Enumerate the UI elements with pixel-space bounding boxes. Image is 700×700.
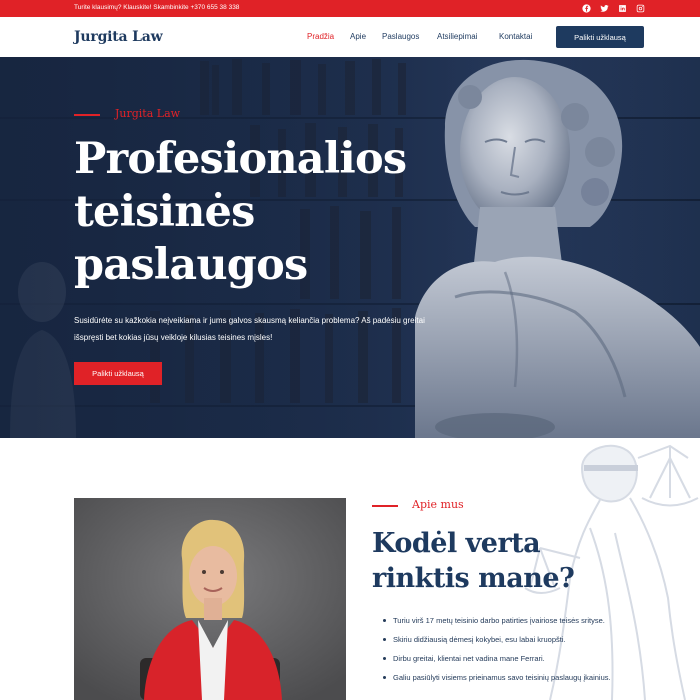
top-bar: Turite klausimų? Klauskite! Skambinkite … bbox=[0, 0, 700, 17]
hero-eyebrow-line bbox=[74, 114, 100, 116]
nav-item-atsiliepimai[interactable]: Atsiliepimai bbox=[437, 32, 477, 41]
header-cta-button[interactable]: Palikti užklausą bbox=[556, 26, 644, 48]
site-header: Jurgita Law Pradžia Apie Paslaugos Atsil… bbox=[0, 17, 700, 57]
twitter-icon[interactable] bbox=[598, 2, 610, 14]
facebook-icon[interactable] bbox=[580, 2, 592, 14]
hero-title-line: Profesionalios bbox=[74, 134, 407, 184]
marble-bust-image bbox=[415, 59, 700, 438]
nav-item-paslaugos[interactable]: Paslaugos bbox=[382, 32, 419, 41]
hero-eyebrow: Jurgita Law bbox=[115, 107, 181, 120]
hero-section: Jurgita Law Profesionalios teisinės pasl… bbox=[0, 57, 700, 438]
nav-item-kontaktai[interactable]: Kontaktai bbox=[499, 32, 532, 41]
contact-text: Turite klausimų? Klauskite! Skambinkite … bbox=[74, 4, 240, 11]
nav-item-apie[interactable]: Apie bbox=[350, 32, 366, 41]
logo[interactable]: Jurgita Law bbox=[74, 29, 163, 45]
about-title-line: Kodėl verta bbox=[372, 528, 541, 559]
instagram-icon[interactable] bbox=[634, 2, 646, 14]
about-section: Apie mus Kodėl verta rinktis mane? Turiu… bbox=[0, 438, 700, 700]
hero-title-line: teisinės bbox=[74, 187, 255, 237]
about-point: Skiriu didžiausią dėmesį kokybei, esu la… bbox=[383, 633, 653, 646]
linkedin-icon[interactable] bbox=[616, 2, 628, 14]
hero-description: Susidūrėte su kažkokia neįveikiama ir ju… bbox=[74, 316, 425, 342]
about-points-list: Turiu virš 17 metų teisinio darbo patirt… bbox=[383, 614, 653, 690]
about-point: Dirbu greitai, klientai net vadina mane … bbox=[383, 652, 653, 665]
about-title-line: rinktis mane? bbox=[372, 563, 575, 594]
about-point: Galiu pasiūlyti visiems prieinamus savo … bbox=[383, 671, 653, 684]
about-eyebrow: Apie mus bbox=[412, 498, 464, 511]
about-title: Kodėl verta rinktis mane? bbox=[372, 526, 632, 596]
lawyer-portrait-photo bbox=[74, 498, 346, 700]
hero-title: Profesionalios teisinės paslaugos bbox=[74, 133, 454, 292]
hero-cta-button[interactable]: Palikti užklausą bbox=[74, 362, 162, 385]
nav-item-pradzia[interactable]: Pradžia bbox=[307, 32, 334, 41]
about-eyebrow-line bbox=[372, 505, 398, 507]
about-point: Turiu virš 17 metų teisinio darbo patirt… bbox=[383, 614, 653, 627]
hero-title-line: paslaugos bbox=[74, 240, 308, 290]
